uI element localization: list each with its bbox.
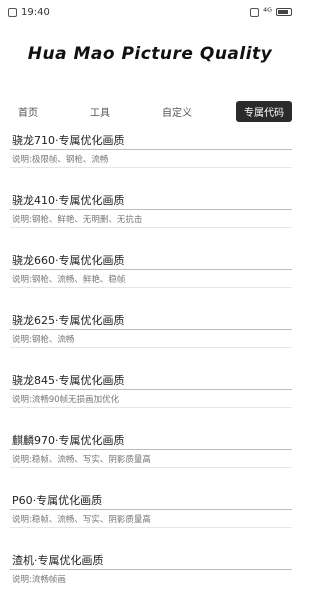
list-item[interactable]: 骁龙710·专属优化画质 说明:极限帧、钢枪、流畅 <box>10 132 292 192</box>
item-desc: 说明:流畅帧画 <box>12 575 66 585</box>
battery-icon <box>276 8 292 16</box>
item-title: 骁龙845·专属优化画质 <box>10 372 292 390</box>
item-title: 渣机·专属优化画质 <box>10 552 292 570</box>
tab-tools[interactable]: 工具 <box>82 101 118 122</box>
item-title: P60·专属优化画质 <box>10 492 292 510</box>
list-item[interactable]: 渣机·专属优化画质 说明:流畅帧画 <box>10 552 292 600</box>
tab-home[interactable]: 首页 <box>10 101 46 122</box>
item-desc: 说明:钢枪、流畅 <box>10 332 292 348</box>
item-desc: 说明:极限帧、钢枪、流畅 <box>10 152 292 168</box>
status-time: 19:40 <box>21 6 50 18</box>
status-bar: 19:40 ⁴ᴳ <box>0 0 300 24</box>
item-desc: 说明:稳帧、流畅、写实、阴影质量高 <box>10 452 292 468</box>
list-item[interactable]: 骁龙845·专属优化画质 说明:流畅90帧无损画加优化 <box>10 372 292 432</box>
network-indicator: ⁴ᴳ <box>263 6 272 18</box>
tab-custom[interactable]: 自定义 <box>154 101 200 122</box>
list-item[interactable]: 骁龙625·专属优化画质 说明:钢枪、流畅 <box>10 312 292 372</box>
code-list: 骁龙710·专属优化画质 说明:极限帧、钢枪、流畅 骁龙410·专属优化画质 说… <box>10 132 292 600</box>
alarm-icon <box>250 7 260 17</box>
item-title: 骁龙625·专属优化画质 <box>10 312 292 330</box>
status-right: ⁴ᴳ <box>250 7 292 18</box>
item-desc: 说明:钢枪、鲜艳、无明删、无抗击 <box>10 212 292 228</box>
app-title: Hua Mao Picture Quality <box>27 44 273 64</box>
list-item[interactable]: 麒麟970·专属优化画质 说明:稳帧、流畅、写实、阴影质量高 <box>10 432 292 492</box>
status-left: 19:40 <box>8 7 50 18</box>
item-title: 骁龙710·专属优化画质 <box>10 132 292 150</box>
list-item[interactable]: 骁龙410·专属优化画质 说明:钢枪、鲜艳、无明删、无抗击 <box>10 192 292 252</box>
item-desc: 说明:稳帧、流畅、写实、阴影质量高 <box>10 512 292 528</box>
item-desc: 说明:流畅90帧无损画加优化 <box>10 392 292 408</box>
list-item[interactable]: P60·专属优化画质 说明:稳帧、流畅、写实、阴影质量高 <box>10 492 292 552</box>
tab-exclusive-code[interactable]: 专属代码 <box>236 100 292 122</box>
notification-icon <box>8 7 17 17</box>
list-item[interactable]: 骁龙660·专属优化画质 说明:钢枪、流畅、鲜艳、稳帧 <box>10 252 292 312</box>
tab-bar: 首页 工具 自定义 专属代码 <box>10 100 292 122</box>
item-title: 骁龙410·专属优化画质 <box>10 192 292 210</box>
item-title: 骁龙660·专属优化画质 <box>10 252 292 270</box>
item-desc: 说明:钢枪、流畅、鲜艳、稳帧 <box>10 272 292 288</box>
item-title: 麒麟970·专属优化画质 <box>10 432 292 450</box>
